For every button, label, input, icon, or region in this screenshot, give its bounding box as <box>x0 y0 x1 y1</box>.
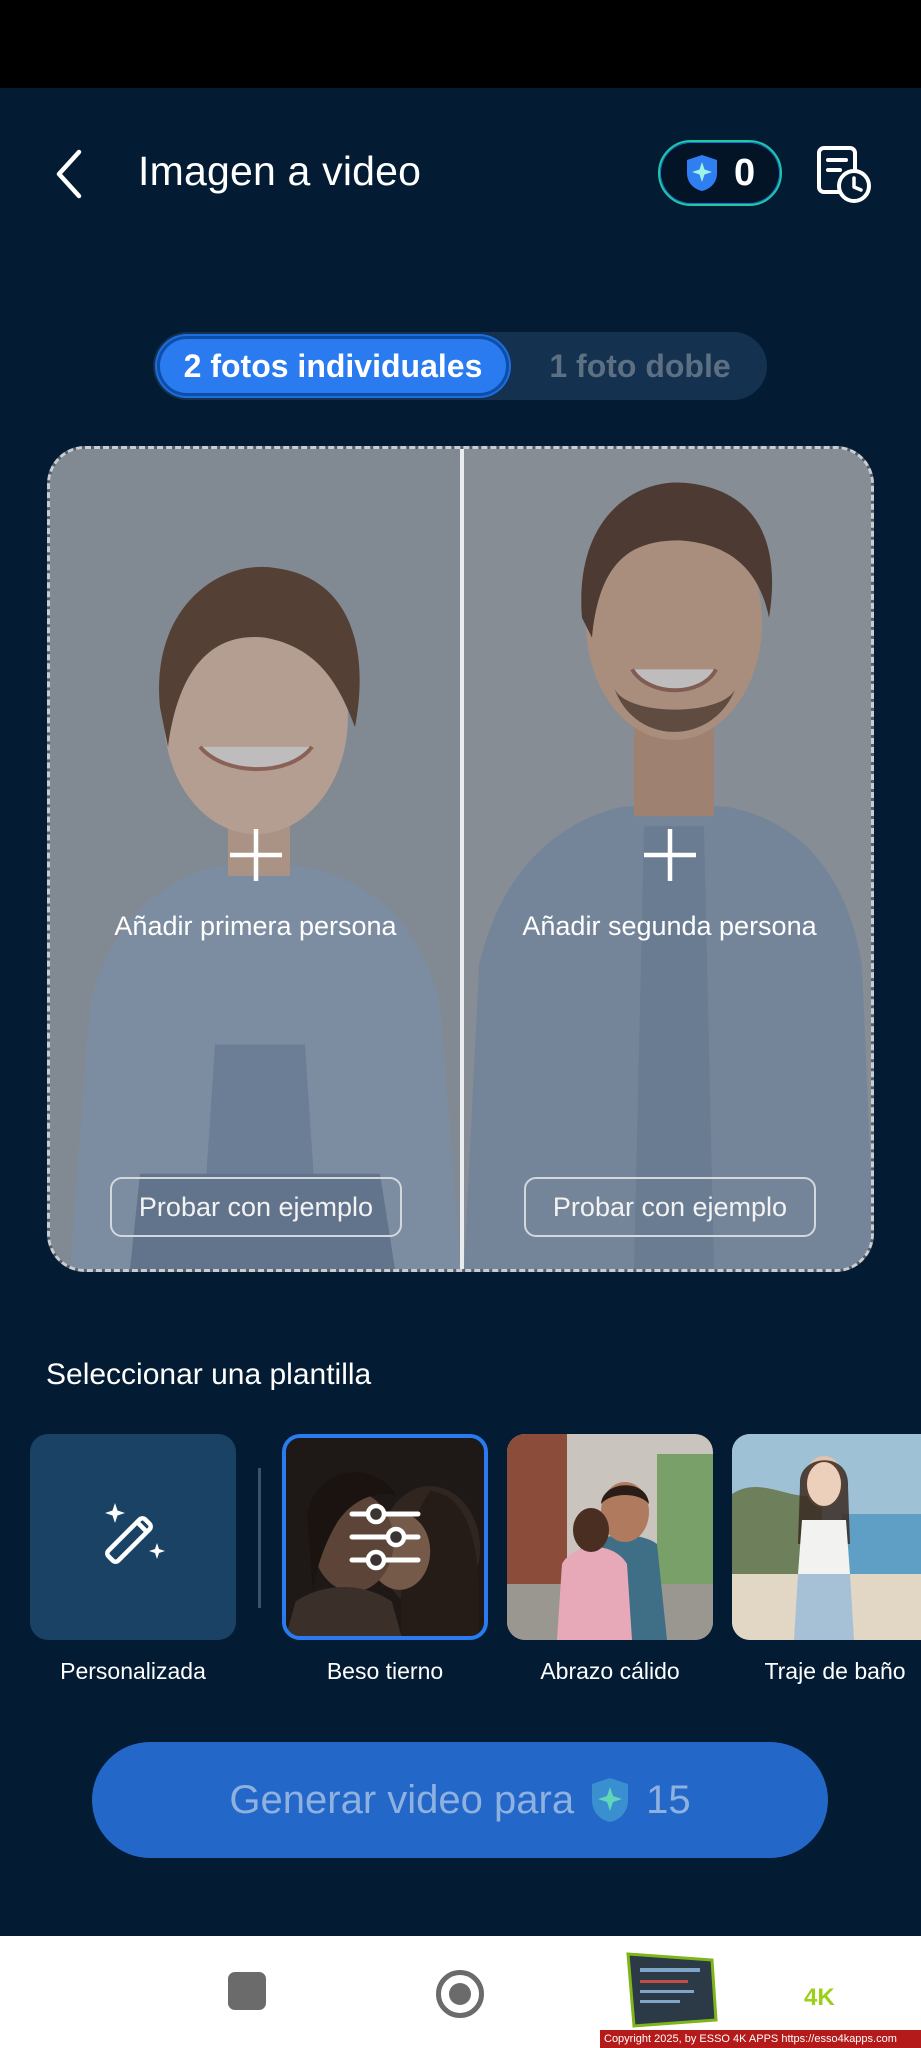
generate-video-button[interactable]: Generar video para 15 <box>92 1742 828 1858</box>
home-button[interactable] <box>436 1970 484 2018</box>
plus-icon <box>643 829 696 881</box>
generate-cost: 15 <box>646 1777 691 1822</box>
credits-value: 0 <box>734 151 756 194</box>
upload-panel: Añadir primera persona Probar con ejempl… <box>47 446 874 1272</box>
first-try-example-button[interactable]: Probar con ejemplo <box>110 1177 402 1237</box>
generate-label: Generar video para <box>229 1777 575 1822</box>
mode-selector: 2 fotos individuales 1 foto doble <box>153 332 767 400</box>
second-person-label: Añadir segunda persona <box>522 911 817 941</box>
first-person-label: Añadir primera persona <box>114 911 397 941</box>
watermark-copyright: Copyright 2025, by ESSO 4K APPS https://… <box>600 2030 921 2048</box>
templates-separator <box>258 1468 261 1608</box>
app-screen: Imagen a video 0 2 fotos individuales 1 … <box>0 88 921 1936</box>
history-button[interactable] <box>814 142 874 206</box>
template-tender-kiss[interactable]: Beso tierno <box>282 1434 488 1685</box>
sliders-icon <box>349 1503 421 1571</box>
template-custom[interactable]: Personalizada <box>30 1434 236 1685</box>
template-custom-name: Personalizada <box>60 1658 206 1684</box>
second-try-example-button[interactable]: Probar con ejemplo <box>524 1177 816 1237</box>
back-button[interactable] <box>44 144 94 204</box>
history-icon <box>817 146 871 203</box>
magic-wand-icon <box>105 1503 165 1564</box>
tab-one-double-photo[interactable]: 1 foto doble <box>513 332 767 400</box>
warm-hug-photo <box>507 1434 713 1640</box>
chevron-left-icon <box>56 149 82 199</box>
template-swimsuit[interactable]: Traje de baño <box>732 1434 921 1685</box>
tab-two-single-photos[interactable]: 2 fotos individuales <box>157 336 509 396</box>
watermark-brand: 4K <box>804 1984 835 2011</box>
page-title: Imagen a video <box>138 148 422 194</box>
template-custom-thumb <box>30 1434 236 1640</box>
swimsuit-photo <box>732 1434 921 1640</box>
first-person-slot[interactable]: Añadir primera persona Probar con ejempl… <box>50 449 461 1269</box>
template-tender-kiss-name: Beso tierno <box>326 1658 444 1684</box>
template-warm-hug-thumb <box>507 1434 713 1640</box>
status-bar <box>0 0 921 88</box>
plus-icon <box>229 829 282 881</box>
credit-shield-icon <box>687 155 717 191</box>
watermark-laptop-icon <box>626 1952 718 2028</box>
second-person-slot[interactable]: Añadir segunda persona Probar con ejempl… <box>464 449 871 1269</box>
template-tender-kiss-thumb <box>282 1434 488 1640</box>
template-swimsuit-thumb <box>732 1434 921 1640</box>
template-swimsuit-name: Traje de baño <box>764 1658 906 1684</box>
template-warm-hug[interactable]: Abrazo cálido <box>507 1434 713 1685</box>
credit-shield-icon <box>592 1778 629 1822</box>
credits-badge[interactable]: 0 <box>658 140 782 206</box>
templates-title: Seleccionar una plantilla <box>46 1358 372 1391</box>
template-warm-hug-name: Abrazo cálido <box>540 1658 680 1684</box>
recents-button[interactable] <box>228 1972 266 2010</box>
